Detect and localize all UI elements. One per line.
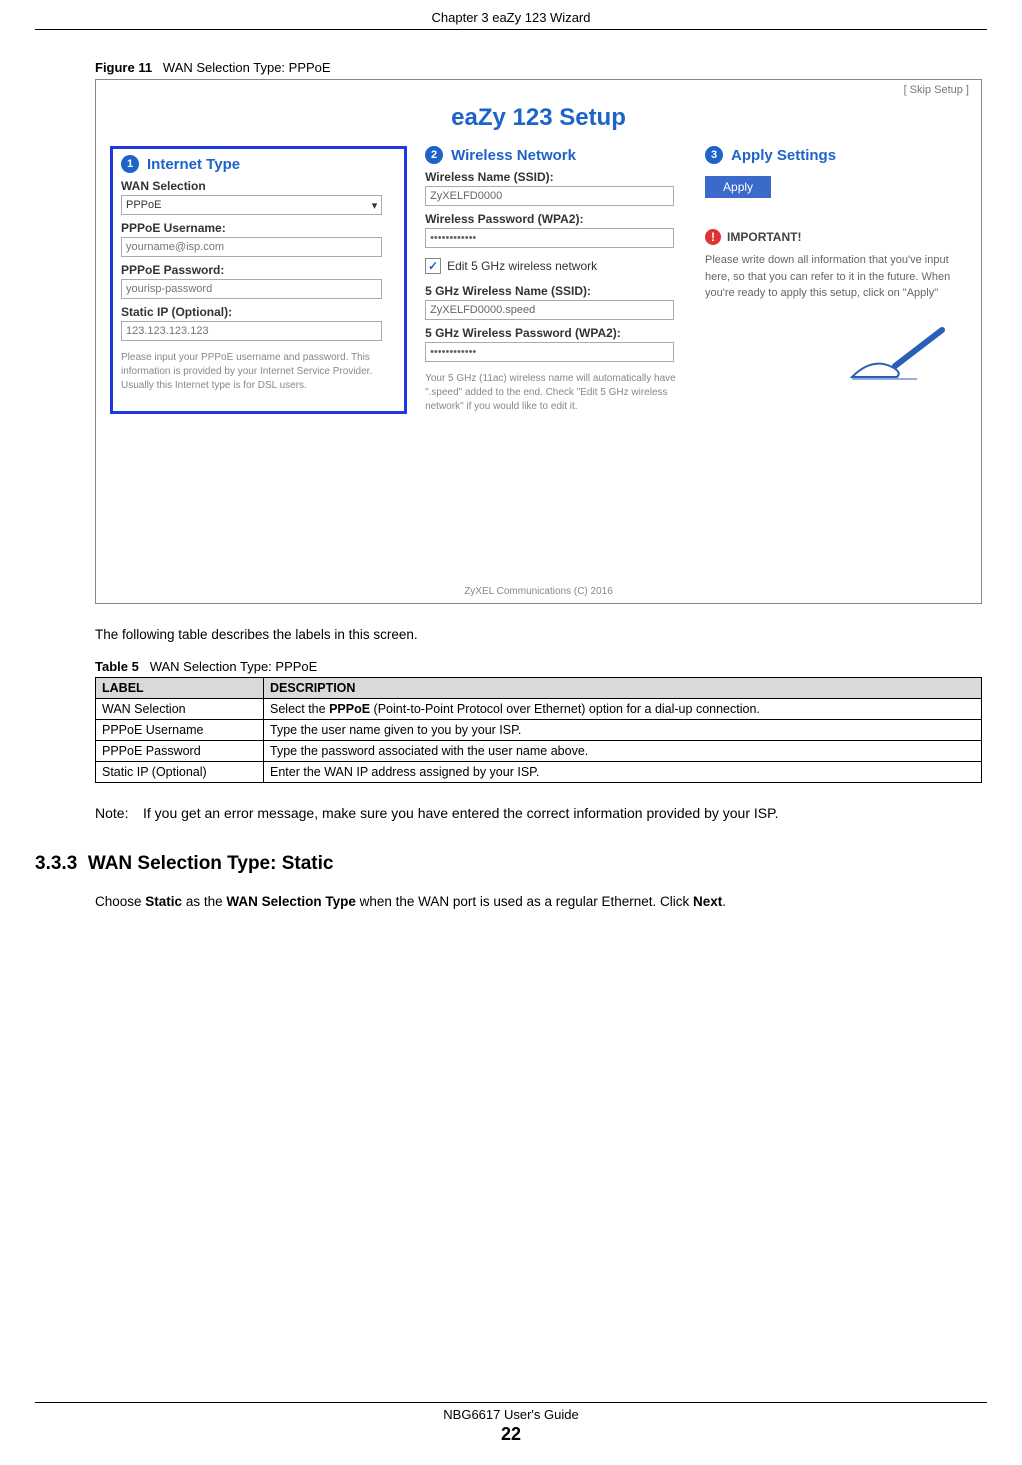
figure-title: WAN Selection Type: PPPoE — [163, 60, 331, 75]
table-row: WAN Selection Select the PPPoE (Point-to… — [96, 698, 982, 719]
th-label: LABEL — [96, 677, 264, 698]
table-label: Table 5 — [95, 659, 139, 674]
wpa5-input[interactable] — [425, 342, 674, 362]
page-number: 22 — [0, 1424, 1022, 1445]
row-desc: Select the PPPoE (Point-to-Point Protoco… — [264, 698, 982, 719]
row-label: WAN Selection — [96, 698, 264, 719]
note-prefix: Note: — [95, 803, 128, 823]
step-3-apply-settings: 3 Apply Settings Apply ! IMPORTANT! Plea… — [705, 146, 967, 414]
header-rule — [35, 29, 987, 30]
ssid-input[interactable] — [425, 186, 674, 206]
col1-helper-text: Please input your PPPoE username and pas… — [121, 351, 396, 393]
row-desc: Enter the WAN IP address assigned by you… — [264, 761, 982, 782]
intro-paragraph: The following table describes the labels… — [95, 626, 982, 645]
important-title: IMPORTANT! — [727, 228, 801, 246]
row-desc: Type the user name given to you by your … — [264, 719, 982, 740]
table-row: Static IP (Optional) Enter the WAN IP ad… — [96, 761, 982, 782]
edit-5ghz-checkbox[interactable]: ✓ — [425, 258, 441, 274]
figure-caption: Figure 11 WAN Selection Type: PPPoE — [95, 60, 982, 75]
wan-selection-label: WAN Selection — [121, 179, 396, 193]
wpa5-label: 5 GHz Wireless Password (WPA2): — [425, 326, 687, 340]
wizard-title: eaZy 123 Setup — [110, 104, 967, 132]
page-footer: NBG6617 User's Guide 22 — [0, 1402, 1022, 1445]
pppoe-username-label: PPPoE Username: — [121, 221, 396, 235]
wizard-screenshot: [ Skip Setup ] eaZy 123 Setup 1 Internet… — [95, 79, 982, 604]
pen-hand-illustration — [705, 322, 967, 385]
table-row: PPPoE Password Type the password associa… — [96, 740, 982, 761]
table-title: WAN Selection Type: PPPoE — [150, 659, 318, 674]
skip-setup-link[interactable]: [ Skip Setup ] — [904, 84, 969, 96]
important-text: Please write down all information that y… — [705, 252, 967, 302]
step-1-title: Internet Type — [147, 156, 240, 173]
section-paragraph: Choose Static as the WAN Selection Type … — [95, 893, 982, 912]
note-block: Note: If you get an error message, make … — [95, 803, 982, 823]
row-label: PPPoE Password — [96, 740, 264, 761]
pppoe-password-input[interactable] — [121, 279, 382, 299]
wan-selection-value: PPPoE — [126, 199, 161, 211]
step-2-badge: 2 — [425, 146, 443, 164]
th-description: DESCRIPTION — [264, 677, 982, 698]
ssid5-label: 5 GHz Wireless Name (SSID): — [425, 284, 687, 298]
row-label: PPPoE Username — [96, 719, 264, 740]
table-row: PPPoE Username Type the user name given … — [96, 719, 982, 740]
wpa-input[interactable] — [425, 228, 674, 248]
step-1-badge: 1 — [121, 155, 139, 173]
table-caption: Table 5 WAN Selection Type: PPPoE — [95, 659, 982, 674]
pppoe-username-input[interactable] — [121, 237, 382, 257]
step-1-internet-type: 1 Internet Type WAN Selection PPPoE ▾ PP… — [110, 146, 407, 414]
note-text: If you get an error message, make sure y… — [143, 803, 982, 823]
copyright-text: ZyXEL Communications (C) 2016 — [96, 586, 981, 597]
step-3-badge: 3 — [705, 146, 723, 164]
row-desc: Type the password associated with the us… — [264, 740, 982, 761]
edit-5ghz-label: Edit 5 GHz wireless network — [447, 259, 597, 273]
row-label: Static IP (Optional) — [96, 761, 264, 782]
step-2-title: Wireless Network — [451, 147, 576, 164]
ssid-label: Wireless Name (SSID): — [425, 170, 687, 184]
static-ip-label: Static IP (Optional): — [121, 305, 396, 319]
section-heading: 3.3.3 WAN Selection Type: Static — [35, 853, 982, 875]
wan-selection-dropdown[interactable]: PPPoE ▾ — [121, 195, 382, 215]
label-description-table: LABEL DESCRIPTION WAN Selection Select t… — [95, 677, 982, 783]
step-3-title: Apply Settings — [731, 147, 836, 164]
footer-guide-name: NBG6617 User's Guide — [0, 1407, 1022, 1422]
pppoe-password-label: PPPoE Password: — [121, 263, 396, 277]
figure-label: Figure 11 — [95, 60, 152, 75]
static-ip-input[interactable] — [121, 321, 382, 341]
ssid5-input[interactable] — [425, 300, 674, 320]
important-icon: ! — [705, 229, 721, 245]
chevron-down-icon: ▾ — [372, 199, 378, 212]
col2-helper-text: Your 5 GHz (11ac) wireless name will aut… — [425, 372, 687, 414]
step-2-wireless-network: 2 Wireless Network Wireless Name (SSID):… — [425, 146, 687, 414]
apply-button[interactable]: Apply — [705, 176, 771, 198]
wpa-label: Wireless Password (WPA2): — [425, 212, 687, 226]
chapter-header: Chapter 3 eaZy 123 Wizard — [35, 10, 987, 29]
